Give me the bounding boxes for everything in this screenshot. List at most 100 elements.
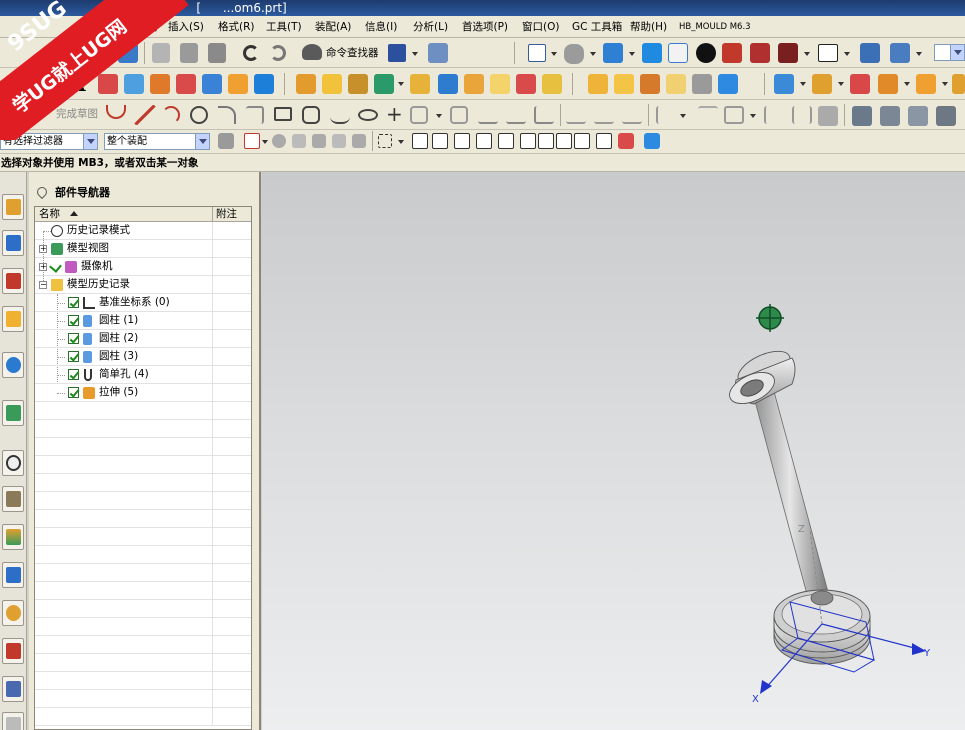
- dropdown-arrow-icon[interactable]: [916, 52, 922, 56]
- intersection-curve-icon[interactable]: [506, 106, 526, 124]
- auto-dimension-icon[interactable]: [792, 106, 812, 124]
- command-finder-label[interactable]: 命令查找器: [326, 45, 379, 61]
- select-face-icon[interactable]: [292, 134, 306, 148]
- edge-blend-icon[interactable]: [516, 74, 536, 94]
- resize-face-icon[interactable]: [916, 74, 936, 94]
- layer-select[interactable]: [934, 44, 965, 61]
- snap-face-icon[interactable]: [618, 133, 634, 149]
- resource-hd3d-tools[interactable]: [2, 352, 24, 378]
- move-face-icon[interactable]: [812, 74, 832, 94]
- select-curve-icon[interactable]: [272, 134, 286, 148]
- tree-row-model-views[interactable]: + 模型视图: [35, 240, 251, 258]
- boss-icon[interactable]: [296, 74, 316, 94]
- snap-point-icon[interactable]: [244, 133, 260, 149]
- dropdown-arrow-icon[interactable]: [844, 52, 850, 56]
- pattern-curve-icon[interactable]: [450, 106, 468, 124]
- rectangle-icon[interactable]: [274, 107, 292, 121]
- dropdown-arrow-icon[interactable]: [800, 82, 806, 86]
- menu-hb-mould[interactable]: HB_MOULD M6.3: [677, 19, 753, 35]
- pattern-icon[interactable]: [718, 74, 738, 94]
- section-view-icon[interactable]: [722, 43, 742, 63]
- shaded-edges-icon[interactable]: [642, 43, 662, 63]
- select-feature-icon[interactable]: [332, 134, 346, 148]
- show-constraints-icon[interactable]: [764, 106, 784, 124]
- snap-arc-center-icon[interactable]: [498, 133, 514, 149]
- command-finder-icon[interactable]: [302, 44, 322, 60]
- graphics-window[interactable]: Z Y X: [262, 172, 965, 730]
- orient-to-sketch-icon[interactable]: [908, 106, 928, 126]
- dropdown-arrow-icon[interactable]: [398, 82, 404, 86]
- pad-icon[interactable]: [348, 74, 368, 94]
- resource-system-scenes[interactable]: [2, 638, 24, 664]
- menu-format[interactable]: 格式(R): [216, 19, 257, 35]
- select-tool-icon[interactable]: [428, 43, 448, 63]
- chamfer-icon[interactable]: [542, 74, 562, 94]
- resource-history[interactable]: [2, 450, 24, 476]
- point-icon[interactable]: +: [386, 102, 403, 126]
- expand-icon[interactable]: +: [39, 263, 47, 271]
- snap-quadrant-icon[interactable]: [520, 133, 536, 149]
- menu-help[interactable]: 帮助(H): [628, 19, 669, 35]
- selection-filter-select[interactable]: 有选择过滤器: [0, 133, 98, 150]
- tree-row-extrude[interactable]: 拉伸 (5): [35, 384, 251, 402]
- slot-icon[interactable]: [374, 74, 394, 94]
- extrude-icon[interactable]: [124, 74, 144, 94]
- tree-row-datum-csys[interactable]: 基准坐标系 (0): [35, 294, 251, 312]
- menu-tools[interactable]: 工具(T): [264, 19, 304, 35]
- split-body-icon[interactable]: [692, 74, 712, 94]
- checkbox-icon[interactable]: [68, 315, 79, 326]
- project-curve-icon[interactable]: [534, 106, 554, 124]
- snap-endpoint-icon[interactable]: [412, 133, 428, 149]
- menu-analysis[interactable]: 分析(L): [411, 19, 450, 35]
- offset-face-icon[interactable]: [640, 74, 660, 94]
- snap-circle-icon[interactable]: [538, 133, 554, 149]
- layer-icon[interactable]: [890, 43, 910, 63]
- dropdown-arrow-icon[interactable]: [942, 82, 948, 86]
- resource-assembly-navigator[interactable]: [2, 194, 24, 220]
- background-icon[interactable]: [818, 44, 838, 62]
- menu-window[interactable]: 窗口(O): [520, 19, 561, 35]
- dropdown-arrow-icon[interactable]: [551, 52, 557, 56]
- snap-existing-point-icon[interactable]: [574, 133, 590, 149]
- resource-palette[interactable]: [2, 676, 24, 702]
- tree-row-history-mode[interactable]: 历史记录模式: [35, 222, 251, 240]
- collapse-icon[interactable]: −: [39, 281, 47, 289]
- dropdown-arrow-icon[interactable]: [680, 114, 686, 118]
- resource-more[interactable]: [2, 712, 24, 730]
- make-corner-icon[interactable]: [622, 106, 642, 124]
- cylinder-icon[interactable]: [228, 74, 248, 94]
- menu-info[interactable]: 信息(I): [363, 19, 399, 35]
- cut-icon[interactable]: [152, 43, 170, 63]
- copy-icon[interactable]: [180, 43, 198, 63]
- draft-icon[interactable]: [614, 74, 634, 94]
- save-icon[interactable]: [118, 43, 138, 63]
- model-viewport[interactable]: Z Y X: [262, 172, 965, 730]
- face-analysis-icon[interactable]: [778, 43, 798, 63]
- ellipse-icon[interactable]: [358, 109, 378, 121]
- unite-icon[interactable]: [438, 74, 458, 94]
- orient-view-icon[interactable]: [564, 44, 584, 64]
- quick-extend-icon[interactable]: [594, 106, 614, 124]
- select-component-icon[interactable]: [352, 134, 366, 148]
- snap-control-point-icon[interactable]: [454, 133, 470, 149]
- relations-icon[interactable]: [818, 106, 838, 126]
- resource-part-navigator[interactable]: [2, 268, 24, 294]
- text-tool-icon[interactable]: A: [70, 73, 86, 95]
- revolve-icon[interactable]: [150, 74, 170, 94]
- dropdown-arrow-icon[interactable]: [629, 52, 635, 56]
- resource-system-materials[interactable]: [2, 486, 24, 512]
- pull-face-icon[interactable]: [952, 74, 965, 94]
- intersect-icon[interactable]: [490, 74, 510, 94]
- menu-assembly[interactable]: 装配(A): [313, 19, 353, 35]
- pocket-icon[interactable]: [322, 74, 342, 94]
- spline-icon[interactable]: [330, 106, 350, 124]
- expand-icon[interactable]: +: [39, 245, 47, 253]
- delete-face-icon[interactable]: [878, 74, 898, 94]
- finish-sketch-button[interactable]: 完成草图: [56, 106, 98, 122]
- polygon-icon[interactable]: [302, 106, 320, 124]
- checkbox-icon[interactable]: [68, 297, 79, 308]
- tree-row-simple-hole[interactable]: 简单孔 (4): [35, 366, 251, 384]
- resource-manufacturing-wizard[interactable]: [2, 562, 24, 588]
- replace-face-icon[interactable]: [850, 74, 870, 94]
- resource-roles[interactable]: [2, 600, 24, 626]
